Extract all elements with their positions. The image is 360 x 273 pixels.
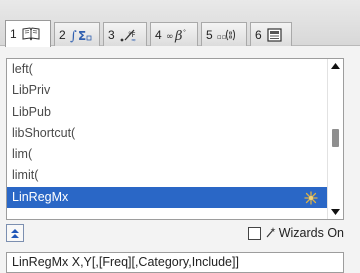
selected-item-label: LinRegMx (12, 189, 69, 204)
symbols-icon: °F ≈ (119, 27, 139, 44)
math-templates-icon: ∫ Σ (70, 27, 92, 44)
catalog-tab-bar: 1 2 ∫ Σ 3 °F ≈ 4 ∞ β ° 5 ▫▫ 6 (0, 0, 360, 47)
catalog-list-items: left( LibPriv LibPub libShortcut( lim( l… (7, 59, 327, 219)
tab-symbols[interactable]: 3 °F ≈ (103, 22, 147, 46)
svg-text:≈: ≈ (131, 37, 136, 43)
catalog-list: left( LibPriv LibPub libShortcut( lim( l… (6, 58, 344, 220)
tab-number: 4 (155, 27, 162, 42)
wizards-checkbox[interactable] (247, 226, 261, 240)
tab-number: 2 (59, 27, 66, 42)
tab-units[interactable]: 5 ▫▫ (201, 22, 247, 46)
tab-number: 6 (255, 27, 262, 42)
tab-catalog[interactable]: 1 (5, 20, 51, 47)
tab-number: 1 (10, 27, 17, 41)
scroll-up-arrow-icon[interactable] (328, 59, 343, 73)
list-scrollbar[interactable] (327, 59, 343, 219)
library-icon (266, 27, 286, 43)
svg-text:∞: ∞ (166, 32, 174, 42)
wizard-star-icon (303, 190, 319, 206)
syntax-help: LinRegMx X,Y[,[Freq][,Category,Include]] (6, 252, 344, 273)
tab-number: 5 (206, 27, 213, 42)
list-item-selected[interactable]: LinRegMx (7, 186, 327, 209)
tab-greek-letters[interactable]: 4 ∞ β ° (150, 22, 198, 46)
tab-library[interactable]: 6 (250, 22, 292, 46)
svg-text:▫▫: ▫▫ (217, 33, 227, 41)
svg-text:Σ: Σ (78, 29, 86, 43)
list-item[interactable]: left( (7, 59, 327, 80)
catalog-book-icon (21, 26, 41, 42)
list-item[interactable]: LibPub (7, 102, 327, 123)
double-chevron-up-icon (11, 229, 19, 238)
scroll-down-arrow-icon[interactable] (328, 205, 343, 219)
collapse-button[interactable] (6, 224, 24, 242)
svg-text:°: ° (183, 29, 186, 36)
tab-number: 3 (108, 27, 115, 42)
list-item[interactable]: LibPriv (7, 80, 327, 101)
list-item[interactable]: limit( (7, 165, 327, 186)
wizards-label: Wizards On (278, 226, 344, 240)
list-item[interactable]: lim( (7, 144, 327, 165)
wizards-toggle[interactable]: Wizards On (247, 225, 344, 241)
list-item[interactable]: libShortcut( (7, 123, 327, 144)
scroll-thumb[interactable] (332, 129, 339, 147)
greek-letters-icon: ∞ β ° (166, 27, 186, 44)
catalog-toolbar: Wizards On (6, 224, 344, 242)
units-icon: ▫▫ (217, 27, 237, 43)
svg-text:β: β (174, 29, 183, 43)
tab-math-templates[interactable]: 2 ∫ Σ (54, 22, 100, 46)
wand-icon (266, 226, 276, 241)
svg-text:∫: ∫ (70, 29, 77, 43)
catalog-panel: left( LibPriv LibPub libShortcut( lim( l… (0, 46, 360, 273)
